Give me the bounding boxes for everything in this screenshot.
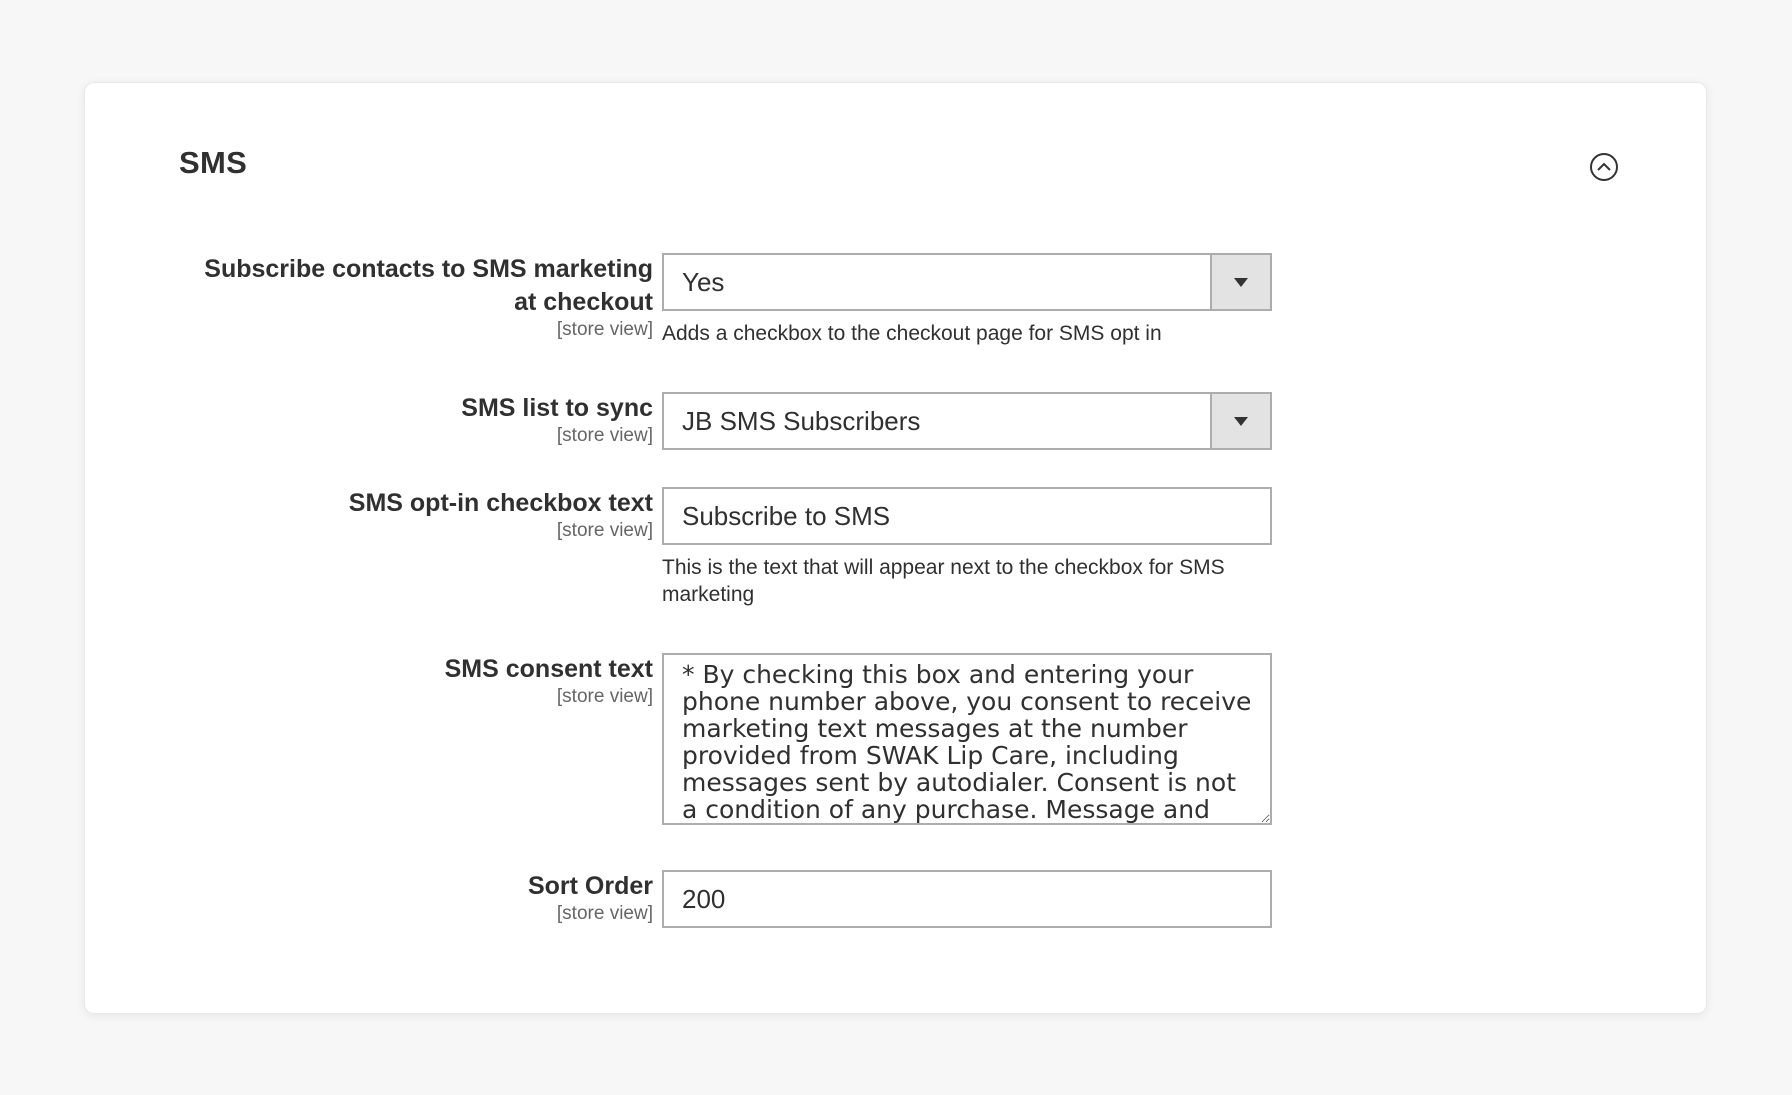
select-value: Yes	[682, 267, 725, 297]
sms-list-select[interactable]: JB SMS Subscribers	[662, 392, 1272, 450]
section-title: SMS	[179, 145, 248, 180]
scope-label: [store view]	[556, 903, 653, 924]
scope-label: [store view]	[556, 686, 653, 707]
chevron-up-icon	[1597, 162, 1611, 171]
dropdown-toggle[interactable]	[1210, 255, 1270, 309]
caret-down-icon	[1234, 416, 1248, 426]
select-value: JB SMS Subscribers	[682, 406, 921, 436]
sort-order-input[interactable]	[662, 870, 1272, 928]
sms-config-card: SMS Subscribe contacts to SMS marketing …	[84, 82, 1707, 1014]
field-label: Sort Order	[527, 872, 653, 900]
field-label: SMS opt-in checkbox text	[348, 489, 653, 517]
field-label: SMS consent text	[444, 655, 653, 683]
field-note: Adds a checkbox to the checkout page for…	[662, 322, 1162, 345]
optin-text-input[interactable]	[662, 487, 1272, 545]
field-label: SMS list to sync	[461, 394, 653, 422]
scope-label: [store view]	[556, 425, 653, 446]
field-note: This is the text that will appear next t…	[662, 556, 1225, 606]
subscribe-checkout-select[interactable]: Yes	[662, 253, 1272, 311]
collapse-button[interactable]	[1590, 153, 1618, 181]
scope-label: [store view]	[556, 520, 653, 541]
scope-label: [store view]	[556, 319, 653, 340]
consent-text-textarea[interactable]: * By checking this box and entering your…	[662, 653, 1272, 825]
dropdown-toggle[interactable]	[1210, 394, 1270, 448]
field-label: Subscribe contacts to SMS marketing at c…	[204, 255, 653, 316]
caret-down-icon	[1234, 277, 1248, 287]
